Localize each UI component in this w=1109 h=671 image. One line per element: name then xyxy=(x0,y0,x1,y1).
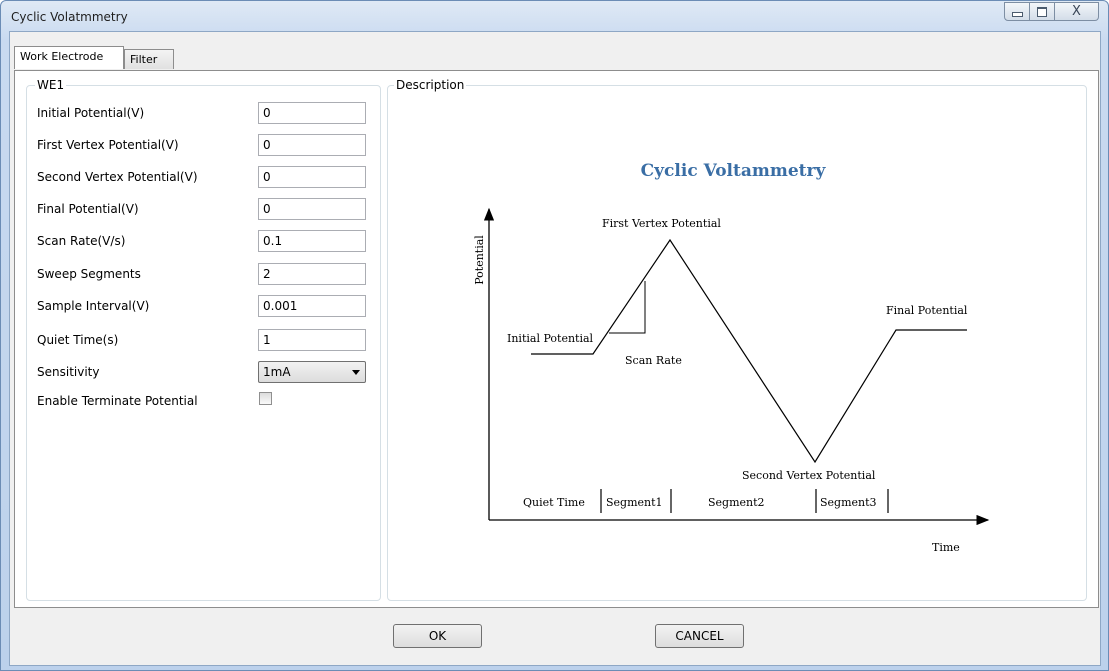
segment3-label: Segment3 xyxy=(820,496,877,509)
field-label: Sensitivity xyxy=(37,365,100,379)
field-label: Enable Terminate Potential xyxy=(37,394,198,408)
first-vertex-label: First Vertex Potential xyxy=(602,217,721,230)
field-enable-terminate: Enable Terminate Potential xyxy=(37,392,377,414)
minimize-button[interactable] xyxy=(1004,2,1030,21)
potential-waveform xyxy=(531,238,967,464)
dialog-client-area: Work Electrode Filter WE1 Initial Potent… xyxy=(9,31,1101,666)
field-sensitivity: Sensitivity 1mA xyxy=(37,361,377,383)
initial-potential-label: Initial Potential xyxy=(507,332,594,345)
quiet-time-label: Quiet Time xyxy=(523,496,585,509)
final-potential-input[interactable]: 0 xyxy=(258,198,366,220)
maximize-icon xyxy=(1037,6,1047,17)
field-scan-rate: Scan Rate(V/s) 0.1 xyxy=(37,230,377,252)
tab-work-electrode[interactable]: Work Electrode xyxy=(14,46,124,69)
scan-rate-input[interactable]: 0.1 xyxy=(258,230,366,252)
field-initial-potential: Initial Potential(V) 0 xyxy=(37,102,377,124)
ok-button[interactable]: OK xyxy=(393,624,482,648)
segment2-label: Segment2 xyxy=(708,496,765,509)
scan-rate-slope-marker xyxy=(609,281,646,334)
title-bar[interactable]: Cyclic Volatmmetry X xyxy=(1,1,1108,31)
cancel-button[interactable]: CANCEL xyxy=(655,624,744,648)
field-label: Sweep Segments xyxy=(37,267,141,281)
minimize-icon xyxy=(1011,12,1023,17)
cyclic-voltammetry-diagram: Cyclic Voltammetry Potential Time Initia… xyxy=(473,161,990,554)
description-group: Description Cyclic Voltammetry Potential… xyxy=(387,78,1087,601)
segment1-label: Segment1 xyxy=(606,496,663,509)
sensitivity-value: 1mA xyxy=(263,365,291,379)
quiet-time-input[interactable]: 1 xyxy=(258,329,366,351)
field-second-vertex-potential: Second Vertex Potential(V) 0 xyxy=(37,166,377,188)
y-axis-label: Potential xyxy=(473,235,486,285)
field-sample-interval: Sample Interval(V) 0.001 xyxy=(37,295,377,317)
field-quiet-time: Quiet Time(s) 1 xyxy=(37,329,377,351)
field-label: Second Vertex Potential(V) xyxy=(37,170,198,184)
tab-filter[interactable]: Filter xyxy=(124,49,174,69)
close-icon: X xyxy=(1072,4,1081,19)
first-vertex-potential-input[interactable]: 0 xyxy=(258,134,366,156)
field-first-vertex-potential: First Vertex Potential(V) 0 xyxy=(37,134,377,156)
tab-panel-work-electrode: WE1 Initial Potential(V) 0 First Vertex … xyxy=(14,70,1099,608)
field-label: Sample Interval(V) xyxy=(37,299,150,313)
we1-group: WE1 Initial Potential(V) 0 First Vertex … xyxy=(26,78,381,601)
field-label: Quiet Time(s) xyxy=(37,333,119,347)
dialog-window: Cyclic Volatmmetry X Work Electrode Filt… xyxy=(0,0,1109,671)
diagram-title: Cyclic Voltammetry xyxy=(641,161,827,181)
enable-terminate-checkbox[interactable] xyxy=(259,392,272,405)
field-sweep-segments: Sweep Segments 2 xyxy=(37,263,377,285)
x-axis-label: Time xyxy=(932,541,960,554)
field-label: First Vertex Potential(V) xyxy=(37,138,179,152)
window-title: Cyclic Volatmmetry xyxy=(11,10,128,24)
sample-interval-input[interactable]: 0.001 xyxy=(258,295,366,317)
final-potential-label: Final Potential xyxy=(886,304,968,317)
we1-group-title: WE1 xyxy=(35,78,67,92)
close-button[interactable]: X xyxy=(1055,2,1099,21)
maximize-button[interactable] xyxy=(1030,2,1055,21)
sweep-segments-input[interactable]: 2 xyxy=(258,263,366,285)
sensitivity-select[interactable]: 1mA xyxy=(258,361,366,383)
field-label: Initial Potential(V) xyxy=(37,106,145,120)
window-controls: X xyxy=(1004,2,1099,21)
field-label: Scan Rate(V/s) xyxy=(37,234,126,248)
field-final-potential: Final Potential(V) 0 xyxy=(37,198,377,220)
field-label: Final Potential(V) xyxy=(37,202,139,216)
scan-rate-label: Scan Rate xyxy=(625,354,682,367)
second-vertex-potential-input[interactable]: 0 xyxy=(258,166,366,188)
chevron-down-icon xyxy=(352,370,360,375)
second-vertex-label: Second Vertex Potential xyxy=(742,469,876,482)
initial-potential-input[interactable]: 0 xyxy=(258,102,366,124)
